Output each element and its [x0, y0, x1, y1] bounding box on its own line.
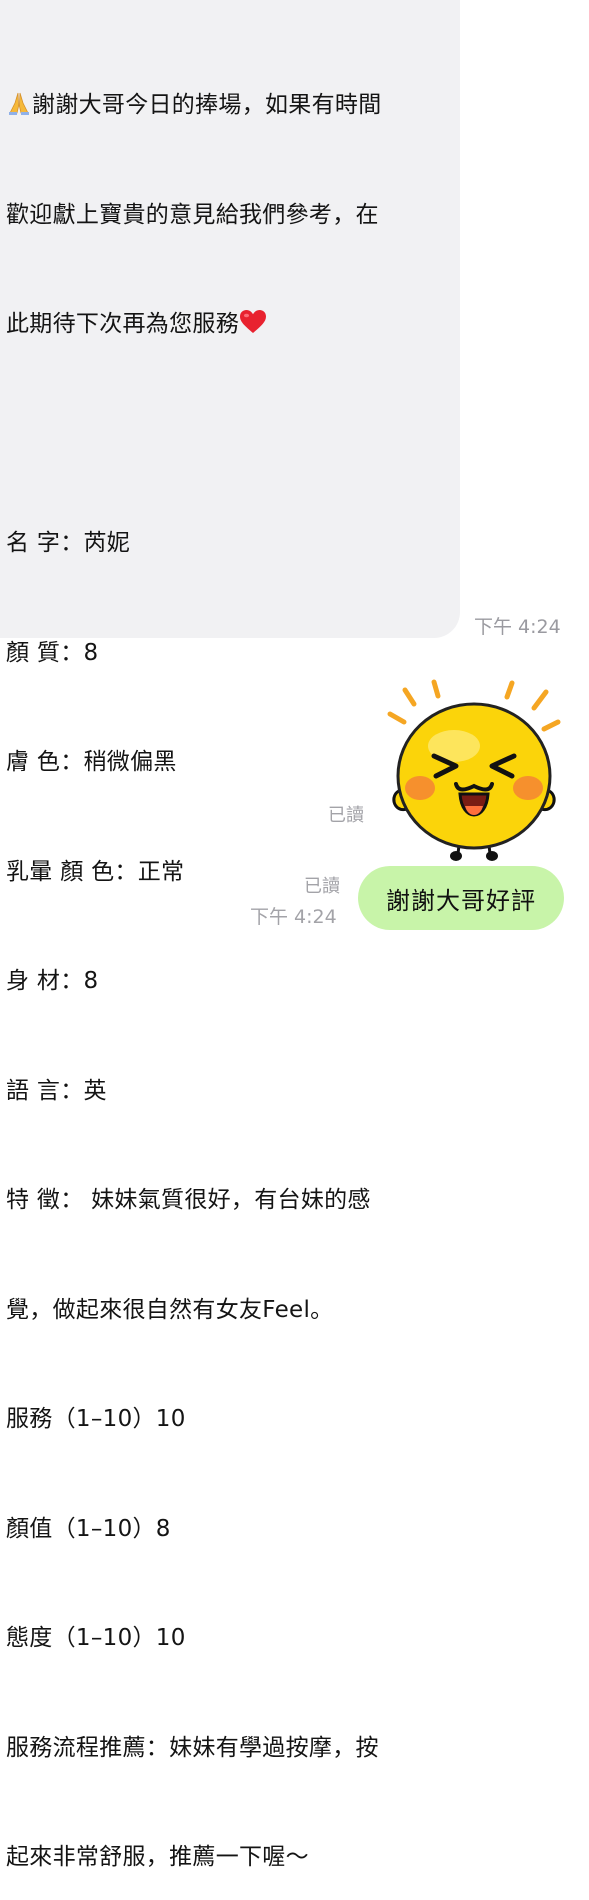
message-line-blank	[6, 416, 446, 453]
message-line: 謝謝大哥今日的捧場，如果有時間	[6, 87, 446, 124]
message-line: 顏值（1–10）8	[6, 1515, 171, 1542]
message-line: 此期待下次再為您服務	[6, 306, 446, 343]
folded-hands-icon	[6, 90, 32, 116]
outgoing-message-bubble[interactable]: 謝謝大哥好評	[358, 866, 564, 930]
message-line: 起來非常舒服，推薦一下喔～	[6, 1844, 309, 1870]
laughing-sun-sticker-icon[interactable]	[384, 678, 564, 864]
incoming-message-text: 謝謝大哥今日的捧場，如果有時間 歡迎獻上寶貴的意見給我們參考，在 此期待下次再為…	[6, 14, 446, 1900]
message-line-text: 此期待下次再為您服務	[6, 311, 239, 337]
message-line: 態度（1–10）10	[6, 1625, 186, 1651]
outgoing-read-status: 已讀	[304, 876, 340, 897]
message-line: 語 言：英	[6, 1077, 107, 1104]
outgoing-message-text: 謝謝大哥好評	[386, 886, 536, 915]
message-line: 名 字：芮妮	[6, 530, 131, 556]
message-line: 特 徵： 妹妹氣質很好，有台妹的感	[6, 1187, 371, 1213]
message-line: 歡迎獻上寶貴的意見給我們參考，在	[6, 201, 379, 228]
incoming-timestamp: 下午 4:24	[474, 616, 561, 638]
message-line: 顏 質：8	[6, 639, 99, 666]
message-line: 服務（1–10）10	[6, 1406, 186, 1432]
incoming-message-bubble[interactable]: 謝謝大哥今日的捧場，如果有時間 歡迎獻上寶貴的意見給我們參考，在 此期待下次再為…	[0, 0, 460, 1870]
message-line-text: 謝謝大哥今日的捧場，如果有時間	[32, 92, 382, 118]
red-heart-icon	[239, 309, 266, 335]
message-line: 身 材：8	[6, 968, 99, 994]
message-line: 覺，做起來很自然有女友Feel。	[6, 1296, 334, 1323]
chat-view: 謝謝大哥今日的捧場，如果有時間 歡迎獻上寶貴的意見給我們參考，在 此期待下次再為…	[0, 0, 589, 1870]
outgoing-timestamp: 下午 4:24	[250, 906, 337, 928]
sticker-read-status: 已讀	[328, 805, 364, 826]
message-line: 膚 色：稍微偏黑	[6, 749, 177, 775]
message-line: 服務流程推薦：妹妹有學過按摩，按	[6, 1734, 379, 1761]
